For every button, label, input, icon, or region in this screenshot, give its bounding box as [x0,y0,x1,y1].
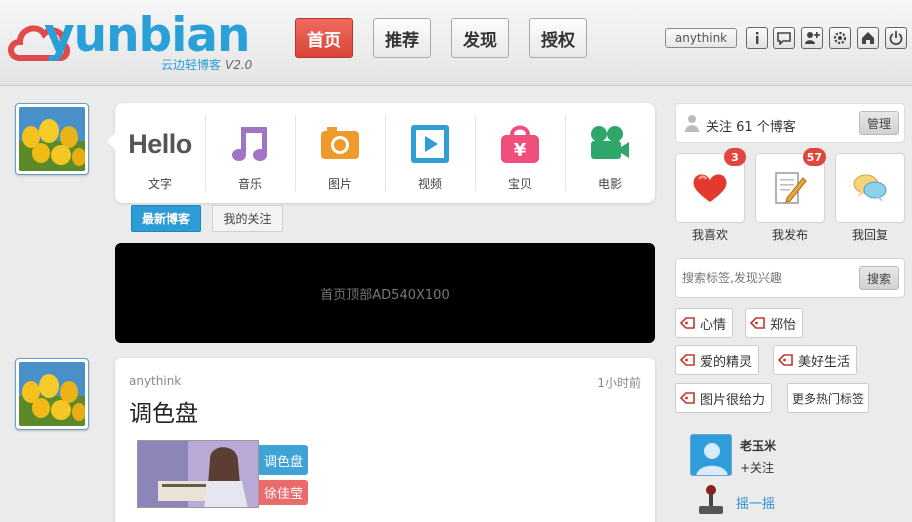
post-author[interactable]: anythink [129,374,181,388]
hot-tag-label: 图片很给力 [700,392,766,408]
camera-icon [319,123,361,165]
hot-tag[interactable]: 爱的精灵 [675,345,760,375]
post-type-label: 文字 [147,177,172,191]
nav-discover[interactable]: 发现 [451,18,509,58]
post-type-video[interactable]: 视频 [385,103,475,203]
shake-link[interactable]: 摇一摇 [736,493,775,512]
person-icon [685,115,699,132]
hello-text-icon: Hello [128,123,192,165]
play-icon [409,123,451,165]
post-type-music[interactable]: 音乐 [205,103,295,203]
tag-icon [680,317,695,329]
power-icon[interactable] [885,27,907,49]
home-icon[interactable] [857,27,879,49]
post-type-label: 视频 [417,177,442,191]
tagline-text: 云边轻博客 [161,58,222,72]
post-type-label: 电影 [597,177,622,191]
hot-tag[interactable]: 心情 [675,308,734,338]
my-avatar[interactable] [15,103,89,175]
quick-label: 我回复 [851,228,888,242]
joystick-icon [699,485,723,514]
version-label: V2.0 [225,58,253,72]
top-ad-banner[interactable]: 首页顶部AD540X100 [115,243,655,343]
posts-count-badge: 57 [802,148,826,166]
nav-recommend[interactable]: 推荐 [373,18,431,58]
post-type-label: 音乐 [237,177,262,191]
message-icon[interactable] [773,27,795,49]
quick-my-likes[interactable]: 3 [675,148,746,223]
add-user-icon[interactable] [801,27,823,49]
more-hot-tags-button[interactable]: 更多热门标签 [787,383,870,413]
post-type-goods[interactable]: ¥ 宝贝 [475,103,565,203]
tulip-avatar-image [19,362,85,426]
post-author-avatar[interactable] [15,358,89,430]
edit-note-icon [775,172,807,204]
tulip-avatar-image [19,107,85,171]
shopping-bag-icon: ¥ [499,123,541,165]
hot-tag[interactable]: 图片很给力 [675,383,773,413]
tab-my-follows[interactable]: 我的关注 [212,205,283,232]
post-card: anythink 1小时前 调色盘 调色盘 徐佳莹 [115,358,655,522]
post-type-label: 图片 [327,177,352,191]
nav-home[interactable]: 首页 [295,18,353,58]
heart-icon [693,174,727,202]
info-icon[interactable] [746,27,768,49]
nav-authorize[interactable]: 授权 [529,18,587,58]
tag-icon [680,392,695,404]
logo-tagline: 云边轻博客 V2.0 [161,56,252,73]
post-title[interactable]: 调色盘 [129,394,198,428]
settings-icon[interactable] [829,27,851,49]
logo-wordmark: yunbian [44,8,250,63]
username-button[interactable]: anythink [665,28,737,48]
following-count-text: 关注 61 个博客 [706,120,796,135]
tag-search: 搜索 [675,258,905,298]
search-button[interactable]: 搜索 [859,266,899,290]
follow-button[interactable]: +关注 [740,459,774,476]
post-music-tag-song[interactable]: 调色盘 [259,445,309,475]
svg-text:¥: ¥ [514,140,527,161]
post-type-panel: Hello 文字 音乐 图片 视频 ¥ 宝贝 电影 [107,103,655,203]
post-type-photo[interactable]: 图片 [295,103,385,203]
quick-label: 我发布 [771,228,808,242]
hot-tag[interactable]: 郑怡 [745,308,804,338]
quick-my-replies[interactable] [835,153,905,223]
following-summary: 关注 61 个博客 管理 [675,103,905,143]
hello-icon-text: Hello [128,128,192,159]
post-music-tag-artist[interactable]: 徐佳莹 [259,480,309,505]
hot-tag[interactable]: 美好生活 [773,345,858,375]
music-note-icon [229,123,271,165]
hot-tag-label: 美好生活 [798,354,851,370]
likes-count-badge: 3 [724,148,746,166]
hot-tag-label: 爱的精灵 [700,354,753,370]
post-type-label: 宝贝 [507,177,532,191]
tag-icon [778,354,793,366]
tag-icon [680,354,695,366]
hot-tag-label: 郑怡 [770,317,797,333]
post-type-text[interactable]: Hello 文字 [115,103,205,203]
hot-tag-label: 心情 [700,317,727,333]
suggested-blog-avatar[interactable] [690,434,732,476]
tab-latest-blogs[interactable]: 最新博客 [131,205,201,232]
manage-button[interactable]: 管理 [859,111,899,135]
ad-placeholder-text: 首页顶部AD540X100 [320,287,450,303]
suggested-blog-name[interactable]: 老玉米 [740,437,776,454]
quick-my-posts[interactable]: 57 [755,148,826,223]
quick-label: 我喜欢 [691,228,728,242]
yunbian-logo[interactable]: yunbian 云边轻博客 V2.0 [6,8,266,74]
tag-icon [750,317,765,329]
post-music-cover[interactable] [137,440,259,508]
tag-search-input[interactable] [682,265,852,291]
top-header: yunbian 云边轻博客 V2.0 首页 推荐 发现 授权 anythink [0,0,912,86]
post-type-movie[interactable]: 电影 [565,103,655,203]
default-user-icon [691,435,731,475]
movie-camera-icon [589,123,631,165]
speech-bubbles-icon [853,174,887,202]
post-time: 1小时前 [597,376,641,390]
